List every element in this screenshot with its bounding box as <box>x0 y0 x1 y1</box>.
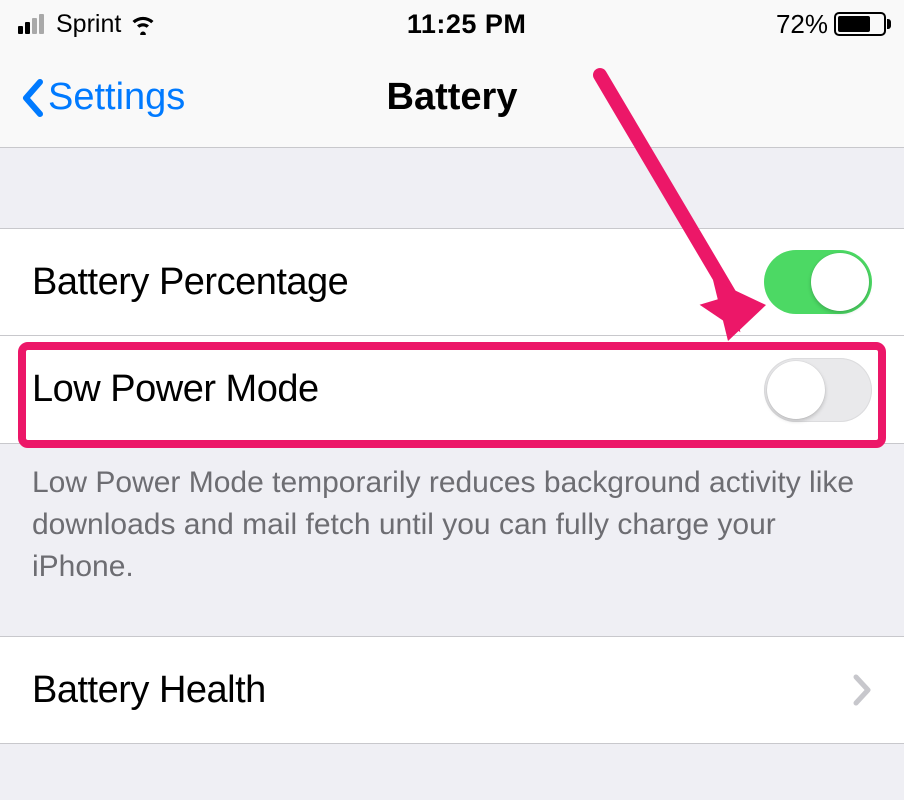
group-spacer <box>0 148 904 228</box>
low-power-footer-text: Low Power Mode temporarily reduces backg… <box>0 444 904 636</box>
low-power-mode-cell: Low Power Mode <box>0 336 904 444</box>
nav-header: Settings Battery <box>0 48 904 148</box>
carrier-label: Sprint <box>56 10 121 39</box>
chevron-left-icon <box>20 78 44 118</box>
signal-icon <box>18 14 44 34</box>
battery-percentage-toggle[interactable] <box>764 250 872 314</box>
battery-icon <box>834 12 886 36</box>
page-title: Battery <box>387 76 518 119</box>
status-bar-left: Sprint <box>18 10 157 39</box>
status-bar-right: 72% <box>776 9 886 40</box>
status-bar: Sprint 11:25 PM 72% <box>0 0 904 48</box>
status-bar-time: 11:25 PM <box>407 9 527 40</box>
battery-percent-label: 72% <box>776 9 828 40</box>
cell-label: Battery Health <box>32 669 266 712</box>
back-label: Settings <box>48 76 185 119</box>
low-power-mode-toggle[interactable] <box>764 358 872 422</box>
toggle-knob <box>767 361 825 419</box>
toggle-knob <box>811 253 869 311</box>
battery-health-cell[interactable]: Battery Health <box>0 636 904 744</box>
cell-label: Battery Percentage <box>32 261 348 304</box>
back-button[interactable]: Settings <box>0 76 185 119</box>
chevron-right-icon <box>852 673 872 707</box>
battery-percentage-cell: Battery Percentage <box>0 228 904 336</box>
cell-label: Low Power Mode <box>32 368 319 411</box>
wifi-icon <box>129 13 157 35</box>
